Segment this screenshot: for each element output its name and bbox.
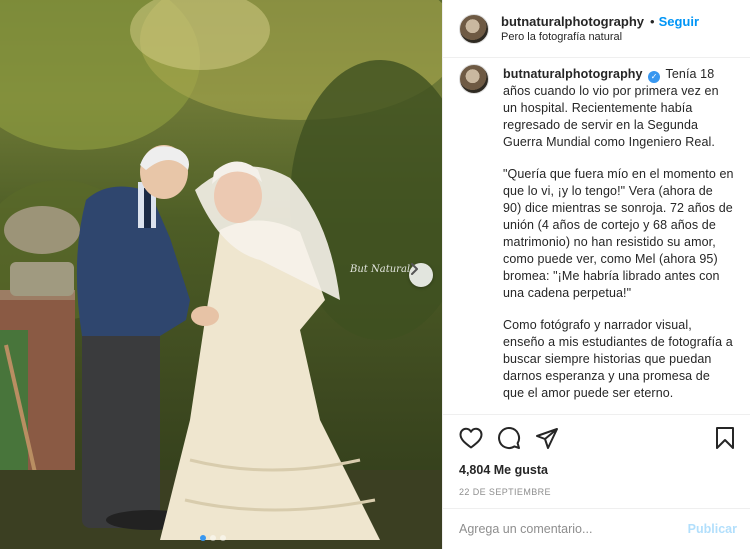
header-separator: • (650, 14, 655, 29)
post-header: butnaturalphotography • Seguir Pero la f… (443, 0, 750, 58)
header-text: butnaturalphotography • Seguir Pero la f… (501, 14, 699, 43)
likes-count[interactable]: 4,804 Me gusta (459, 463, 735, 477)
author-username[interactable]: butnaturalphotography (501, 14, 644, 29)
caption-paragraph-1: butnaturalphotography ✓ Tenía 18 años cu… (503, 66, 734, 151)
carousel-dot-active (200, 535, 206, 541)
header-top-row: butnaturalphotography • Seguir (501, 14, 699, 29)
caption-area: butnaturalphotography ✓ Tenía 18 años cu… (443, 58, 750, 400)
caption-text: butnaturalphotography ✓ Tenía 18 años cu… (503, 66, 734, 402)
bookmark-icon (716, 427, 734, 449)
caption-author-avatar[interactable] (459, 64, 489, 94)
comment-button[interactable] (497, 426, 521, 450)
publish-button[interactable]: Publicar (688, 522, 737, 536)
save-button[interactable] (715, 426, 735, 450)
comment-input[interactable] (459, 522, 688, 536)
carousel-next-button[interactable] (409, 263, 433, 287)
share-button[interactable] (535, 426, 559, 450)
photo-watermark: But Natural (350, 264, 411, 275)
post-date[interactable]: 22 DE SEPTIEMBRE (459, 487, 735, 497)
heart-icon (459, 427, 483, 449)
action-icons (459, 425, 735, 451)
verified-badge-icon: ✓ (648, 71, 661, 83)
follow-button[interactable]: Seguir (659, 14, 699, 29)
caption-paragraph-3: Como fotógrafo y narrador visual, enseño… (503, 318, 733, 400)
caption-username[interactable]: butnaturalphotography (503, 67, 643, 81)
author-avatar[interactable] (459, 13, 489, 44)
post-location[interactable]: Pero la fotografía natural (501, 31, 699, 43)
comment-icon (498, 427, 521, 449)
like-button[interactable] (459, 427, 483, 449)
post-photo[interactable]: But Natural (0, 0, 442, 549)
post-actions: 4,804 Me gusta 22 DE SEPTIEMBRE (443, 414, 750, 510)
share-icon (536, 428, 558, 449)
comment-bar: Publicar (443, 508, 750, 549)
chevron-right-icon (411, 263, 418, 275)
carousel-dot (220, 535, 226, 541)
carousel-dots (200, 535, 226, 541)
carousel-dot (210, 535, 216, 541)
caption-paragraph-2: "Quería que fuera mío en el momento en q… (503, 167, 734, 300)
post-sidebar: butnaturalphotography • Seguir Pero la f… (442, 0, 750, 549)
